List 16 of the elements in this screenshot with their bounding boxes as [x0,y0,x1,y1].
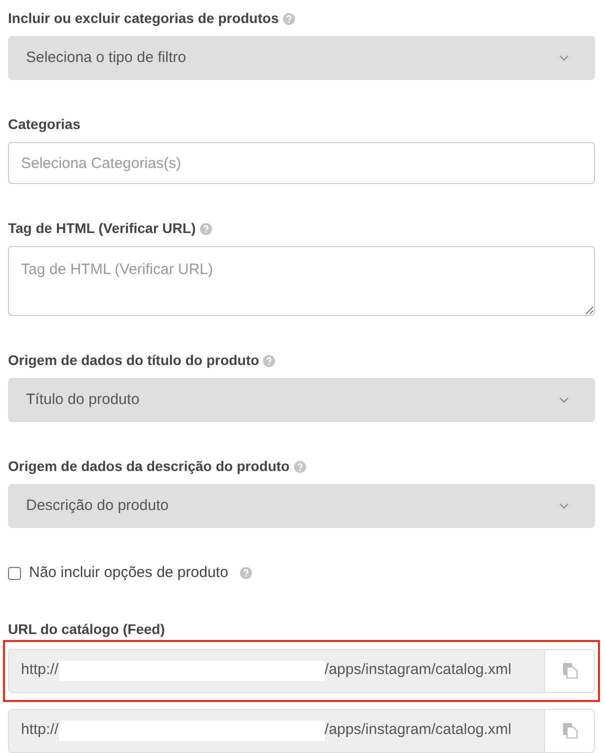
select-dropdown[interactable]: Descrição do produto [8,484,595,528]
input-field[interactable]: Seleciona Categorias(s) [8,142,595,184]
field-label: Tag de HTML (Verificar URL) [8,219,196,238]
field-label: Origem de dados da descrição do produto [8,457,290,476]
chevron-down-icon [559,503,569,509]
field-label: Origem de dados do título do produto [8,351,260,370]
field-label: Categorias [8,115,80,134]
checkbox[interactable] [8,566,21,580]
field-label: Incluir ou excluir categorias de produtos [8,9,279,28]
text-area[interactable]: Tag de HTML (Verificar URL) [8,246,595,316]
chevron-down-icon [559,397,569,403]
field-label: URL do catálogo (Feed) [8,620,166,639]
chevron-down-icon [559,55,569,61]
select-dropdown[interactable]: Título do produto [8,378,595,422]
checkbox-label: Não incluir opções de produto [29,563,228,583]
select-dropdown[interactable]: Seleciona o tipo de filtro [8,36,595,80]
